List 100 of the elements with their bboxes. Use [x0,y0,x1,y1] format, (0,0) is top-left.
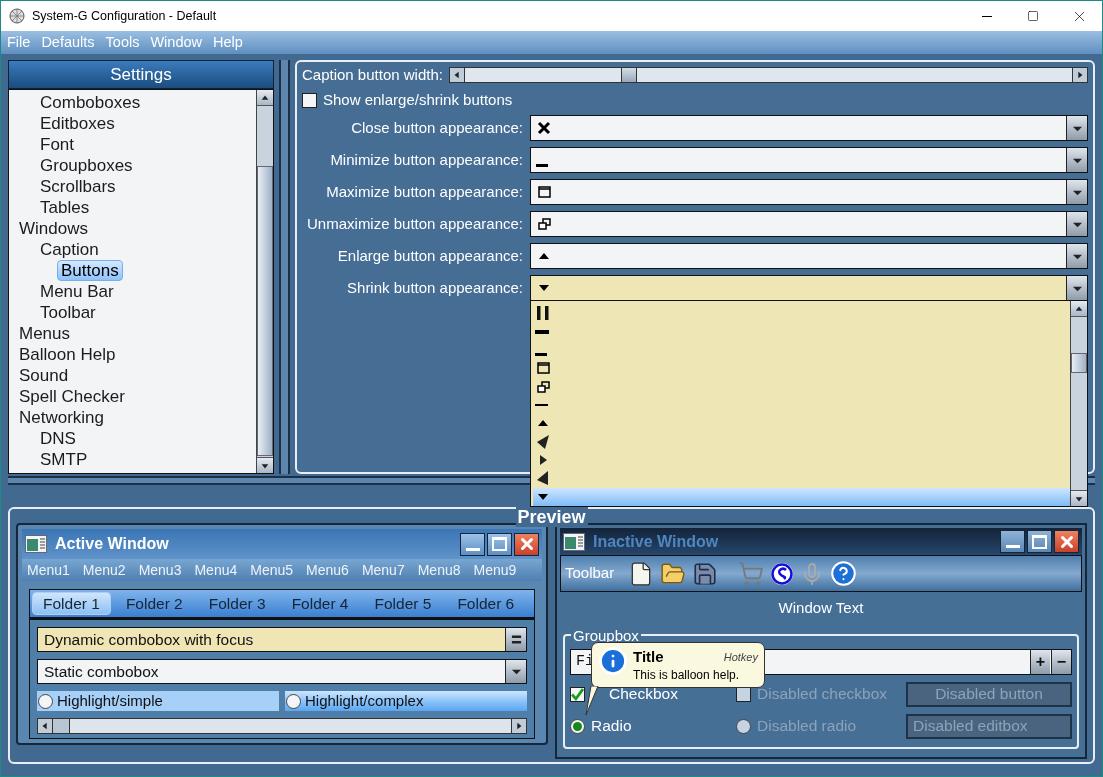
field-label: Unmaximize button appearance: [306,213,524,234]
scroll-thumb[interactable] [1071,353,1087,373]
combobox[interactable] [530,147,1088,173]
tab[interactable]: Folder 5 [363,592,443,615]
scroll-up-button[interactable] [1071,301,1087,317]
checkbox-label: Show enlarge/shrink buttons [323,89,513,110]
tree-item[interactable]: Font [36,134,79,155]
scroll-thumb[interactable] [53,719,70,733]
tree-item[interactable]: Buttons [57,260,123,281]
tab[interactable]: Folder 2 [114,592,194,615]
tree-item[interactable]: Toolbar [36,302,100,323]
combobox[interactable] [530,275,1088,301]
combobox[interactable] [530,211,1088,237]
left-arrow-icon [40,721,50,731]
info-icon [598,645,628,676]
balloon-title: Title [633,646,664,667]
maximize-button[interactable] [487,532,512,556]
tree-item[interactable]: DNS [36,428,80,449]
dropdown-button[interactable] [1066,148,1087,172]
field-label: Minimize button appearance: [329,149,524,170]
scrollbar[interactable] [1070,301,1087,506]
field-label: Close button appearance: [350,117,524,138]
maximize-icon [492,537,507,551]
bar-icon [535,353,547,357]
splitter[interactable] [8,476,1095,485]
checkbox-label: Disabled checkbox [757,684,888,705]
slider-thumb[interactable] [620,68,637,82]
close-button[interactable] [1054,530,1079,553]
checkbox-label: Checkbox [609,684,678,705]
cross-icon [536,120,552,136]
overlapping-squares-icon [536,216,552,232]
tab[interactable]: Folder 3 [197,592,277,615]
plus-button[interactable]: + [1030,649,1050,674]
bar-icon [536,163,548,167]
close-button[interactable] [514,532,539,556]
radio-button[interactable] [570,718,585,734]
dash-icon [535,403,548,406]
combobox[interactable] [530,179,1088,205]
radio-button[interactable] [38,693,53,709]
highlight-option[interactable]: Highlight/simple [37,691,279,711]
window-title: System-G Configuration - Default [32,7,217,25]
spiral-icon[interactable] [770,561,795,586]
dropdown-button[interactable] [1066,244,1087,268]
minus-button[interactable]: − [1051,649,1071,674]
tree-item[interactable]: Caption [36,239,103,260]
tree-item[interactable]: SMTP [36,449,92,470]
tab[interactable]: Folder 4 [280,592,360,615]
window-icon [25,535,47,553]
field-label: Maximize button appearance: [325,181,524,202]
tab[interactable]: Folder 6 [446,592,526,615]
tree-item[interactable]: Menus [15,323,75,344]
minimize-button[interactable] [460,532,485,556]
check-icon [571,687,584,701]
tree-item[interactable]: Groupboxes [36,155,137,176]
tab[interactable]: Folder 1 [32,592,111,615]
pause-icon [535,305,551,322]
dropdown-button[interactable] [1066,180,1087,204]
window-text: Window Text [777,598,865,618]
thick-bar-icon [535,329,549,334]
tree-item[interactable]: Sound [15,365,73,386]
checkbox[interactable] [570,686,585,702]
overlapping-squares-icon [535,378,551,395]
dropdown-button[interactable] [1066,116,1087,140]
tree-item[interactable]: Windows [15,218,92,239]
combobox[interactable] [530,243,1088,269]
tree-item[interactable]: Spell Checker [15,386,129,407]
tree-item[interactable]: Menu Bar [36,281,118,302]
radio-label: Highlight/simple [57,690,163,711]
tree-item[interactable]: Balloon Help [15,344,120,365]
tree-item[interactable]: Networking [15,407,109,428]
combobox[interactable] [530,115,1088,141]
radio-button[interactable] [286,693,301,709]
tree-item[interactable]: Scrollbars [36,176,120,197]
scrollbar[interactable] [256,90,273,473]
scroll-down-button[interactable] [1071,490,1087,506]
slider-track[interactable] [448,67,1088,83]
combobox[interactable]: Dynamic combobox with focus [37,627,527,652]
field-label: Shrink button appearance: [346,277,524,298]
panel-header: Settings [8,60,274,89]
scroll-thumb[interactable] [257,166,273,456]
scroll-down-button[interactable] [257,457,273,473]
dropdown-button[interactable] [505,660,526,683]
tree-item[interactable]: Tables [36,197,94,218]
radio-label: Highlight/complex [305,690,424,711]
combobox[interactable]: Static combobox [37,659,527,684]
dropdown-button[interactable] [1066,212,1087,236]
field-label: Enlarge button appearance: [336,245,524,266]
highlight-option[interactable]: Highlight/complex [285,691,527,711]
tree-item[interactable]: Comboboxes [36,92,145,113]
tree-item[interactable]: Editboxes [36,113,119,134]
help-icon[interactable] [830,560,858,587]
minimize-button[interactable] [1000,530,1025,553]
minimize-icon [982,15,992,17]
checkbox[interactable] [302,92,317,108]
scroll-up-button[interactable] [257,90,273,106]
dropdown-button[interactable] [1066,276,1087,300]
spin-button[interactable] [505,628,526,651]
left-triangle-icon [535,433,551,450]
scrollbar[interactable] [37,718,527,734]
maximize-button[interactable] [1027,530,1052,553]
